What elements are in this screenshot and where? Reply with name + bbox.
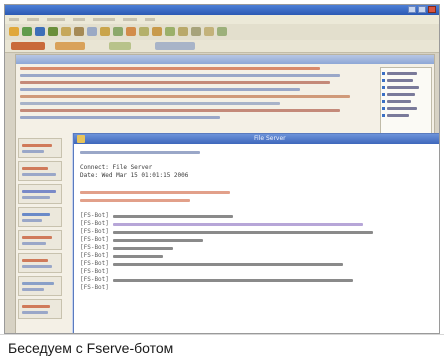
- nick-item[interactable]: [382, 86, 419, 89]
- text-line: [20, 81, 330, 84]
- chat-line: [FS-Bot]: [80, 284, 439, 292]
- chat-line: [FS-Bot]: [80, 252, 439, 260]
- nick-item[interactable]: [382, 107, 417, 110]
- chat-nick: [FS-Bot]: [80, 228, 109, 235]
- nick-item[interactable]: [382, 72, 417, 75]
- chat-nick: [FS-Bot]: [80, 268, 109, 275]
- main-toolbar: [5, 24, 439, 41]
- switchbar-tab[interactable]: [155, 42, 195, 50]
- channel-window-titlebar: [16, 55, 434, 64]
- menu-item[interactable]: [27, 18, 39, 21]
- chat-window-icon: [77, 135, 85, 143]
- intro-line-date: Date: Wed Mar 15 01:01:15 2006: [80, 172, 189, 179]
- menu-item[interactable]: [93, 18, 115, 21]
- chat-line: [FS-Bot]: [80, 276, 439, 284]
- nick-item[interactable]: [382, 114, 409, 117]
- channel-text-area: [20, 67, 360, 123]
- irc-client-screenshot: File Server Connect: File Server Date: W…: [4, 4, 440, 334]
- nick-list[interactable]: [380, 67, 432, 139]
- switchbar-tab[interactable]: [55, 42, 85, 50]
- side-window[interactable]: [18, 230, 62, 250]
- side-window[interactable]: [18, 299, 62, 319]
- image-caption: Беседуем с Fserve-ботом: [0, 334, 444, 360]
- chat-line: Connect: File Server: [80, 164, 439, 172]
- text-line: [20, 109, 340, 112]
- nick-item[interactable]: [382, 93, 415, 96]
- menu-item[interactable]: [47, 18, 65, 21]
- nick-item[interactable]: [382, 79, 413, 82]
- chat-nick: [FS-Bot]: [80, 212, 109, 219]
- chat-nick: [FS-Bot]: [80, 220, 109, 227]
- text-line: [20, 102, 280, 105]
- toolbar-icon[interactable]: [113, 27, 123, 36]
- side-window[interactable]: [18, 253, 62, 273]
- chat-line: [FS-Bot]: [80, 228, 439, 236]
- chat-line: [80, 196, 439, 204]
- chat-line: [FS-Bot]: [80, 244, 439, 252]
- toolbar-icon[interactable]: [152, 27, 162, 36]
- menu-item[interactable]: [73, 18, 85, 21]
- toolbar-icon[interactable]: [35, 27, 45, 36]
- chat-line: [FS-Bot]: [80, 268, 439, 276]
- toolbar-icon[interactable]: [217, 27, 227, 36]
- chat-nick: [FS-Bot]: [80, 260, 109, 267]
- chat-line: [FS-Bot]: [80, 260, 439, 268]
- toolbar-icon[interactable]: [191, 27, 201, 36]
- connect-icon[interactable]: [9, 27, 19, 36]
- side-window[interactable]: [18, 138, 62, 158]
- text-line: [20, 74, 340, 77]
- switchbar-tab[interactable]: [109, 42, 131, 50]
- chat-nick: [FS-Bot]: [80, 252, 109, 259]
- toolbar-icon[interactable]: [74, 27, 84, 36]
- text-line: [20, 88, 300, 91]
- chat-line: [FS-Bot]: [80, 220, 439, 228]
- toolbar-icon[interactable]: [204, 27, 214, 36]
- menu-bar: [5, 15, 439, 24]
- chat-nick: [FS-Bot]: [80, 244, 109, 251]
- chat-nick: [FS-Bot]: [80, 276, 109, 283]
- chat-nick: [FS-Bot]: [80, 284, 109, 291]
- file-server-chat-window: File Server Connect: File Server Date: W…: [73, 133, 439, 333]
- side-window[interactable]: [18, 161, 62, 181]
- side-window[interactable]: [18, 207, 62, 227]
- menu-item[interactable]: [145, 18, 155, 21]
- window-controls: [408, 6, 436, 13]
- toolbar-icon[interactable]: [87, 27, 97, 36]
- switchbar-tab[interactable]: [11, 42, 45, 50]
- toolbar-icon[interactable]: [22, 27, 32, 36]
- intro-line-connect: Connect: File Server: [80, 164, 153, 171]
- close-button[interactable]: [428, 6, 436, 13]
- toolbar-icon[interactable]: [165, 27, 175, 36]
- window-switchbar: [5, 40, 439, 53]
- toolbar-icon[interactable]: [139, 27, 149, 36]
- chat-log: Connect: File Server Date: Wed Mar 15 01…: [74, 144, 439, 333]
- chat-line: [FS-Bot]: [80, 212, 439, 220]
- toolbar-icon[interactable]: [61, 27, 71, 36]
- text-line: [20, 95, 350, 98]
- side-window-stack: [16, 135, 64, 322]
- text-line: [20, 67, 320, 70]
- menu-item[interactable]: [9, 18, 19, 21]
- chat-line: [80, 148, 439, 156]
- chat-line: [FS-Bot]: [80, 236, 439, 244]
- app-titlebar: [5, 5, 439, 15]
- nick-item[interactable]: [382, 100, 411, 103]
- chat-line: Date: Wed Mar 15 01:01:15 2006: [80, 172, 439, 180]
- toolbar-icon[interactable]: [126, 27, 136, 36]
- maximize-button[interactable]: [418, 6, 426, 13]
- chat-line: [80, 188, 439, 196]
- side-window[interactable]: [18, 276, 62, 296]
- menu-item[interactable]: [123, 18, 137, 21]
- chat-window-title: File Server: [254, 135, 286, 142]
- chat-nick: [FS-Bot]: [80, 236, 109, 243]
- toolbar-icon[interactable]: [100, 27, 110, 36]
- chat-titlebar: File Server: [74, 134, 439, 144]
- text-line: [20, 116, 220, 119]
- side-window[interactable]: [18, 184, 62, 204]
- toolbar-icon[interactable]: [178, 27, 188, 36]
- minimize-button[interactable]: [408, 6, 416, 13]
- toolbar-icon[interactable]: [48, 27, 58, 36]
